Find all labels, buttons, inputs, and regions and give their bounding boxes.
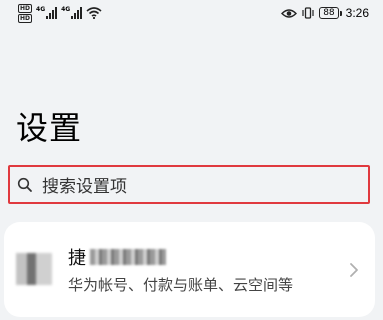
clock: 3:26	[345, 6, 369, 20]
signal-1-icon: 4G	[36, 6, 58, 19]
account-card[interactable]: 捷 华为帐号、付款与账单、云空间等	[4, 222, 375, 317]
sim-indicators: HD HD	[18, 3, 33, 23]
hd-badge-2: HD	[18, 13, 33, 23]
page-title: 设置	[16, 109, 83, 147]
search-placeholder: 搜索设置项	[42, 177, 127, 197]
chevron-right-icon	[350, 263, 358, 277]
account-subtitle: 华为帐号、付款与账单、云空间等	[68, 276, 294, 294]
network-type-2: 4G	[61, 6, 71, 13]
eye-comfort-icon	[281, 8, 298, 18]
signal-2-icon: 4G	[61, 6, 83, 19]
status-right: 88 3:26	[281, 6, 369, 20]
redacted-name	[90, 249, 166, 265]
network-type-1: 4G	[36, 6, 46, 13]
wifi-icon	[86, 7, 102, 19]
status-left: HD HD 4G 4G	[18, 3, 102, 23]
account-name: 捷	[68, 244, 166, 270]
search-icon	[17, 177, 32, 192]
battery-icon: 88	[319, 7, 343, 19]
account-name-text: 捷	[68, 248, 86, 269]
avatar	[16, 253, 52, 285]
search-input[interactable]: 搜索设置项	[8, 165, 370, 204]
hd-badge-1: HD	[18, 3, 33, 13]
status-bar: HD HD 4G 4G 88 3:26	[0, 0, 383, 26]
vibrate-icon	[302, 7, 314, 19]
